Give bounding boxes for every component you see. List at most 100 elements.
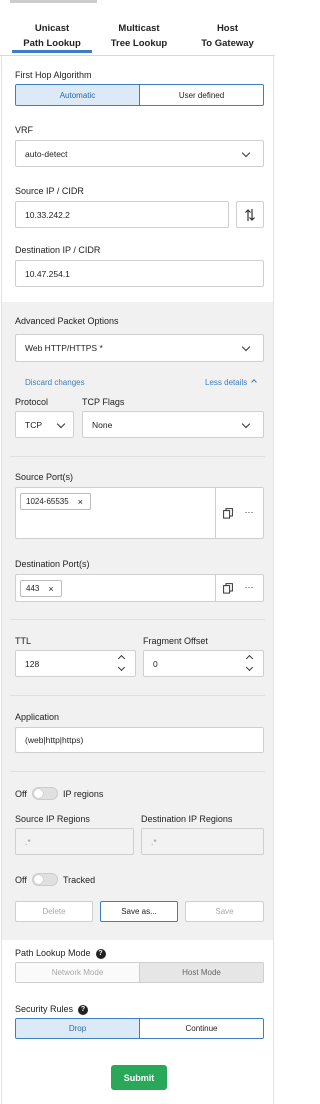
source-ip-input[interactable]: 10.33.242.2	[15, 201, 229, 228]
fragment-offset-label: Fragment Offset	[143, 636, 208, 646]
chevron-down-icon[interactable]	[117, 663, 126, 672]
ip-regions-off-label: Off	[15, 789, 27, 799]
divider	[215, 575, 216, 601]
less-details-link[interactable]: Less details	[205, 378, 258, 387]
fragment-offset-value: 0	[153, 658, 158, 669]
path-lookup-mode-label: Path Lookup Mode?	[15, 948, 106, 959]
submit-button[interactable]: Submit	[111, 1065, 167, 1090]
protocol-select[interactable]: TCP	[15, 411, 74, 438]
chevron-down-icon	[241, 419, 251, 429]
delete-button[interactable]: Delete	[15, 901, 93, 922]
divider	[10, 456, 265, 457]
security-rules-toggle: Drop Continue	[15, 1018, 264, 1039]
chevron-up-icon	[251, 379, 258, 385]
application-label: Application	[15, 712, 60, 722]
protocol-value: TCP	[25, 419, 42, 430]
lookup-tabs: Unicast Path Lookup Multicast Tree Looku…	[0, 0, 275, 56]
copy-icon[interactable]	[220, 581, 236, 595]
source-ip-label: Source IP / CIDR	[15, 186, 84, 196]
discard-changes-link[interactable]: Discard changes	[25, 378, 85, 387]
dest-ip-regions-label: Destination IP Regions	[141, 814, 233, 824]
source-ip-regions-input: .*	[15, 828, 134, 855]
source-ip-regions-placeholder: .*	[25, 836, 31, 847]
tcp-flags-value: None	[92, 419, 113, 430]
divider	[10, 695, 265, 696]
chevron-down-icon	[241, 342, 251, 352]
divider	[10, 619, 265, 620]
tab-label-line2: Path Lookup	[23, 38, 81, 49]
path-lookup-mode-text: Path Lookup Mode	[15, 948, 91, 958]
tcp-flags-label: TCP Flags	[82, 397, 125, 407]
tracked-toggle[interactable]	[32, 873, 58, 886]
tab-label-line1: Host	[216, 23, 239, 34]
chevron-down-icon	[56, 419, 66, 429]
tab-label-line2: Tree Lookup	[110, 38, 168, 49]
ttl-stepper[interactable]: 128	[15, 650, 136, 677]
vrf-select[interactable]: auto-detect	[15, 140, 264, 167]
dest-ip-regions-input: .*	[141, 828, 264, 855]
port-chip: 443 ×	[20, 580, 62, 597]
right-border	[273, 56, 274, 1104]
toggle-knob	[34, 789, 43, 798]
packet-preset-select[interactable]: Web HTTP/HTTPS *	[15, 334, 264, 362]
swap-vertical-icon	[245, 208, 255, 221]
toggle-knob	[34, 875, 43, 884]
security-rules-text: Security Rules	[15, 1004, 74, 1014]
more-icon[interactable]: ···	[241, 505, 257, 519]
application-value: (web|http|https)	[25, 735, 84, 745]
chevron-up-icon[interactable]	[245, 654, 254, 663]
application-input[interactable]: (web|http|https)	[15, 727, 264, 753]
drop-option[interactable]: Drop	[16, 1019, 139, 1038]
save-as-button[interactable]: Save as...	[100, 901, 178, 922]
ip-regions-toggle[interactable]	[32, 787, 58, 800]
dest-ip-value: 10.47.254.1	[25, 268, 70, 279]
help-icon[interactable]: ?	[95, 948, 106, 959]
path-lookup-mode-toggle: Network Mode Host Mode	[15, 962, 264, 983]
swap-ip-button[interactable]	[236, 201, 264, 228]
chevron-up-icon[interactable]	[117, 654, 126, 663]
tab-label-line1: Multicast	[118, 23, 160, 34]
tab-label-line2: To Gateway	[201, 38, 254, 49]
dest-ports-input[interactable]: 443 × ···	[15, 574, 264, 602]
tab-host-to-gateway[interactable]: Host To Gateway	[190, 0, 265, 56]
divider	[10, 771, 265, 772]
source-ports-label: Source Port(s)	[15, 472, 74, 482]
tab-label-line1: Unicast	[34, 23, 70, 34]
port-chip-label: 1024-65535	[26, 497, 69, 506]
vrf-label: VRF	[15, 125, 33, 135]
divider	[215, 488, 216, 538]
dest-ip-input[interactable]: 10.47.254.1	[15, 260, 264, 287]
first-hop-user-defined-option[interactable]: User defined	[139, 85, 263, 105]
close-icon[interactable]: ×	[78, 497, 83, 507]
advanced-label: Advanced Packet Options	[15, 316, 119, 326]
copy-icon[interactable]	[220, 506, 236, 520]
more-icon[interactable]: ···	[241, 580, 257, 594]
tab-unicast-path-lookup[interactable]: Unicast Path Lookup	[12, 0, 92, 56]
less-details-label: Less details	[205, 378, 248, 387]
first-hop-toggle: Automatic User defined	[15, 84, 264, 106]
first-hop-label: First Hop Algorithm	[15, 70, 92, 80]
ttl-label: TTL	[15, 636, 32, 646]
ttl-value: 128	[25, 658, 40, 669]
tcp-flags-select[interactable]: None	[82, 411, 264, 438]
first-hop-automatic-option[interactable]: Automatic	[16, 85, 139, 105]
vrf-value: auto-detect	[25, 148, 68, 159]
port-chip: 1024-65535 ×	[20, 493, 91, 510]
help-icon[interactable]: ?	[78, 1004, 89, 1015]
dest-ports-label: Destination Port(s)	[15, 559, 90, 569]
network-mode-option[interactable]: Network Mode	[16, 963, 139, 982]
fragment-offset-stepper[interactable]: 0	[143, 650, 264, 677]
tab-multicast-tree-lookup[interactable]: Multicast Tree Lookup	[100, 0, 178, 56]
chevron-down-icon[interactable]	[245, 663, 254, 672]
protocol-label: Protocol	[15, 397, 49, 407]
save-button[interactable]: Save	[185, 901, 264, 922]
dest-ip-label: Destination IP / CIDR	[15, 245, 101, 255]
tracked-label: Tracked	[63, 875, 96, 885]
port-chip-label: 443	[26, 584, 40, 593]
close-icon[interactable]: ×	[48, 584, 53, 594]
host-mode-option[interactable]: Host Mode	[139, 963, 263, 982]
source-ip-regions-label: Source IP Regions	[15, 814, 90, 824]
source-ports-input[interactable]: 1024-65535 × ···	[15, 487, 264, 539]
continue-option[interactable]: Continue	[139, 1019, 263, 1038]
security-rules-label: Security Rules?	[15, 1004, 89, 1015]
